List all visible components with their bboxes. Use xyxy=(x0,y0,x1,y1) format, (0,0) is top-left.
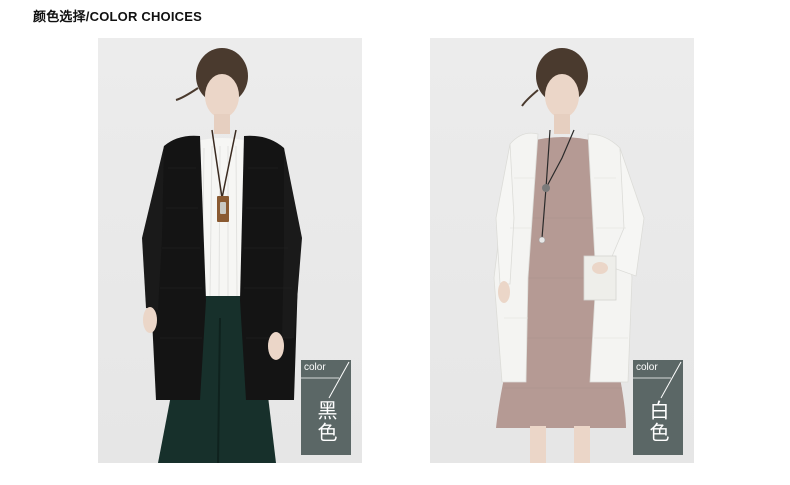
product-photo-white[interactable]: color 白色 xyxy=(430,38,694,463)
section-title: 颜色选择/COLOR CHOICES xyxy=(33,9,202,24)
product-photo-black[interactable]: color 黑色 xyxy=(98,38,362,463)
color-choices-section: 颜色选择/COLOR CHOICES color 黑色 color 白色 xyxy=(0,0,790,485)
color-name-black: 黑色 xyxy=(314,400,338,444)
color-tag-white: color 白色 xyxy=(633,360,683,455)
color-name-white: 白色 xyxy=(646,400,670,444)
color-tag-black: color 黑色 xyxy=(301,360,351,455)
diagonal-divider xyxy=(633,361,682,399)
diagonal-divider xyxy=(301,361,350,399)
